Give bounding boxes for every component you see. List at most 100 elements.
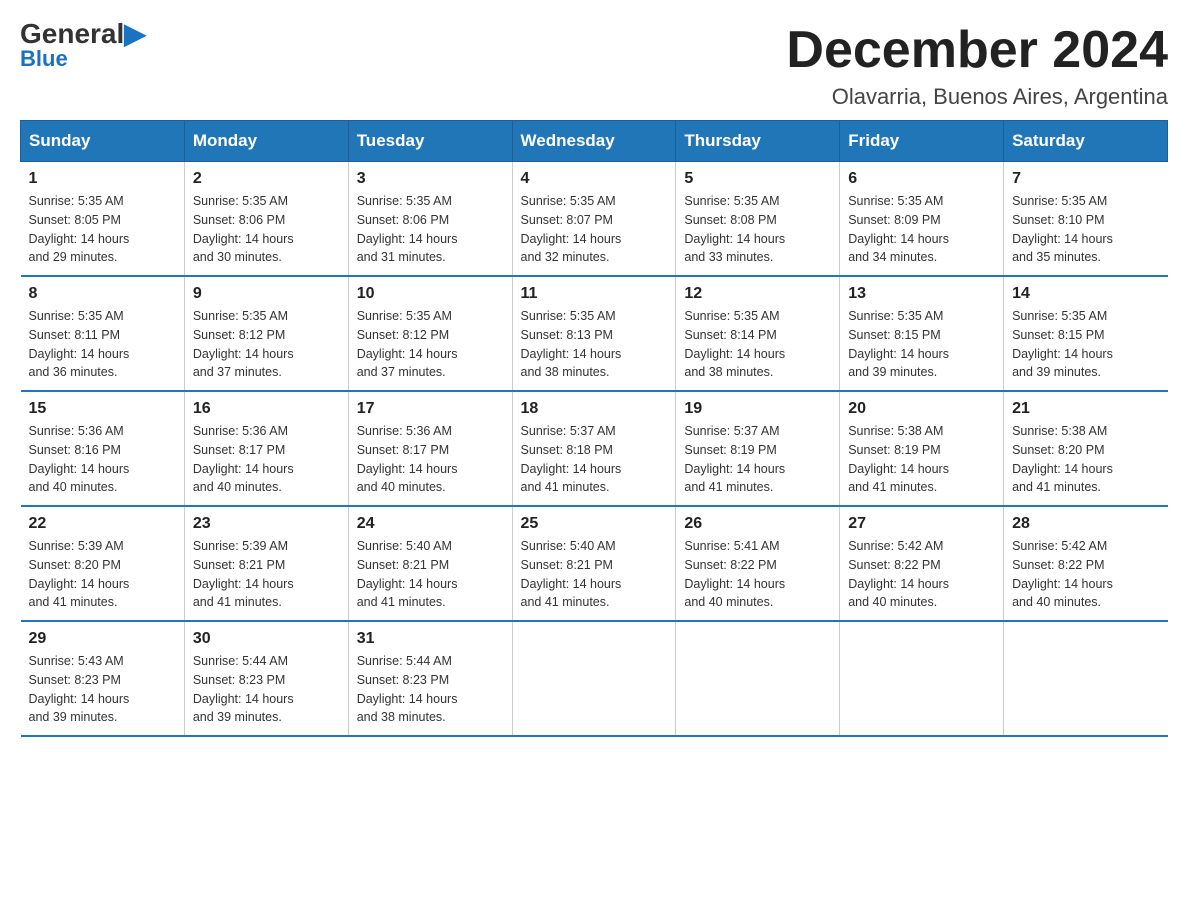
day-info: Sunrise: 5:35 AM Sunset: 8:09 PM Dayligh… <box>848 192 995 267</box>
day-info: Sunrise: 5:40 AM Sunset: 8:21 PM Dayligh… <box>521 537 668 612</box>
day-number: 19 <box>684 400 831 418</box>
day-info: Sunrise: 5:35 AM Sunset: 8:10 PM Dayligh… <box>1012 192 1159 267</box>
day-number: 8 <box>29 285 176 303</box>
calendar-cell: 17 Sunrise: 5:36 AM Sunset: 8:17 PM Dayl… <box>348 391 512 506</box>
calendar-cell: 23 Sunrise: 5:39 AM Sunset: 8:21 PM Dayl… <box>184 506 348 621</box>
calendar-cell: 6 Sunrise: 5:35 AM Sunset: 8:09 PM Dayli… <box>840 162 1004 277</box>
month-title: December 2024 <box>786 20 1168 80</box>
weekday-header-friday: Friday <box>840 121 1004 162</box>
day-number: 12 <box>684 285 831 303</box>
day-info: Sunrise: 5:41 AM Sunset: 8:22 PM Dayligh… <box>684 537 831 612</box>
calendar-cell: 1 Sunrise: 5:35 AM Sunset: 8:05 PM Dayli… <box>21 162 185 277</box>
day-info: Sunrise: 5:36 AM Sunset: 8:17 PM Dayligh… <box>193 422 340 497</box>
day-info: Sunrise: 5:37 AM Sunset: 8:18 PM Dayligh… <box>521 422 668 497</box>
day-info: Sunrise: 5:43 AM Sunset: 8:23 PM Dayligh… <box>29 652 176 727</box>
title-section: December 2024 Olavarria, Buenos Aires, A… <box>786 20 1168 110</box>
day-info: Sunrise: 5:35 AM Sunset: 8:05 PM Dayligh… <box>29 192 176 267</box>
day-info: Sunrise: 5:35 AM Sunset: 8:14 PM Dayligh… <box>684 307 831 382</box>
day-info: Sunrise: 5:38 AM Sunset: 8:20 PM Dayligh… <box>1012 422 1159 497</box>
calendar-week-1: 1 Sunrise: 5:35 AM Sunset: 8:05 PM Dayli… <box>21 162 1168 277</box>
day-info: Sunrise: 5:37 AM Sunset: 8:19 PM Dayligh… <box>684 422 831 497</box>
calendar-week-2: 8 Sunrise: 5:35 AM Sunset: 8:11 PM Dayli… <box>21 276 1168 391</box>
day-number: 29 <box>29 630 176 648</box>
weekday-header-sunday: Sunday <box>21 121 185 162</box>
day-number: 4 <box>521 170 668 188</box>
calendar-cell: 21 Sunrise: 5:38 AM Sunset: 8:20 PM Dayl… <box>1004 391 1168 506</box>
day-number: 31 <box>357 630 504 648</box>
day-number: 13 <box>848 285 995 303</box>
day-number: 9 <box>193 285 340 303</box>
calendar-cell: 14 Sunrise: 5:35 AM Sunset: 8:15 PM Dayl… <box>1004 276 1168 391</box>
calendar-cell: 31 Sunrise: 5:44 AM Sunset: 8:23 PM Dayl… <box>348 621 512 736</box>
day-info: Sunrise: 5:42 AM Sunset: 8:22 PM Dayligh… <box>1012 537 1159 612</box>
calendar-cell: 12 Sunrise: 5:35 AM Sunset: 8:14 PM Dayl… <box>676 276 840 391</box>
calendar-cell: 3 Sunrise: 5:35 AM Sunset: 8:06 PM Dayli… <box>348 162 512 277</box>
day-info: Sunrise: 5:36 AM Sunset: 8:16 PM Dayligh… <box>29 422 176 497</box>
day-number: 20 <box>848 400 995 418</box>
day-number: 7 <box>1012 170 1159 188</box>
calendar-week-4: 22 Sunrise: 5:39 AM Sunset: 8:20 PM Dayl… <box>21 506 1168 621</box>
day-info: Sunrise: 5:40 AM Sunset: 8:21 PM Dayligh… <box>357 537 504 612</box>
day-number: 15 <box>29 400 176 418</box>
day-info: Sunrise: 5:35 AM Sunset: 8:13 PM Dayligh… <box>521 307 668 382</box>
calendar-cell: 22 Sunrise: 5:39 AM Sunset: 8:20 PM Dayl… <box>21 506 185 621</box>
day-number: 25 <box>521 515 668 533</box>
calendar-cell: 4 Sunrise: 5:35 AM Sunset: 8:07 PM Dayli… <box>512 162 676 277</box>
day-number: 22 <box>29 515 176 533</box>
calendar-cell: 16 Sunrise: 5:36 AM Sunset: 8:17 PM Dayl… <box>184 391 348 506</box>
day-info: Sunrise: 5:35 AM Sunset: 8:15 PM Dayligh… <box>848 307 995 382</box>
day-info: Sunrise: 5:35 AM Sunset: 8:06 PM Dayligh… <box>193 192 340 267</box>
day-info: Sunrise: 5:35 AM Sunset: 8:06 PM Dayligh… <box>357 192 504 267</box>
day-info: Sunrise: 5:44 AM Sunset: 8:23 PM Dayligh… <box>193 652 340 727</box>
day-info: Sunrise: 5:44 AM Sunset: 8:23 PM Dayligh… <box>357 652 504 727</box>
day-number: 11 <box>521 285 668 303</box>
calendar-cell: 9 Sunrise: 5:35 AM Sunset: 8:12 PM Dayli… <box>184 276 348 391</box>
day-number: 1 <box>29 170 176 188</box>
day-number: 5 <box>684 170 831 188</box>
day-info: Sunrise: 5:39 AM Sunset: 8:20 PM Dayligh… <box>29 537 176 612</box>
weekday-header-monday: Monday <box>184 121 348 162</box>
day-info: Sunrise: 5:35 AM Sunset: 8:12 PM Dayligh… <box>193 307 340 382</box>
day-number: 18 <box>521 400 668 418</box>
calendar-cell: 13 Sunrise: 5:35 AM Sunset: 8:15 PM Dayl… <box>840 276 1004 391</box>
calendar-cell: 24 Sunrise: 5:40 AM Sunset: 8:21 PM Dayl… <box>348 506 512 621</box>
calendar-cell: 15 Sunrise: 5:36 AM Sunset: 8:16 PM Dayl… <box>21 391 185 506</box>
day-number: 14 <box>1012 285 1159 303</box>
calendar-cell <box>676 621 840 736</box>
day-number: 24 <box>357 515 504 533</box>
day-number: 17 <box>357 400 504 418</box>
day-number: 27 <box>848 515 995 533</box>
day-number: 30 <box>193 630 340 648</box>
calendar-cell <box>512 621 676 736</box>
day-number: 3 <box>357 170 504 188</box>
calendar-cell: 25 Sunrise: 5:40 AM Sunset: 8:21 PM Dayl… <box>512 506 676 621</box>
day-number: 16 <box>193 400 340 418</box>
logo-blue-text: Blue <box>20 46 68 72</box>
calendar-cell: 26 Sunrise: 5:41 AM Sunset: 8:22 PM Dayl… <box>676 506 840 621</box>
day-number: 6 <box>848 170 995 188</box>
calendar-cell: 11 Sunrise: 5:35 AM Sunset: 8:13 PM Dayl… <box>512 276 676 391</box>
calendar-cell: 20 Sunrise: 5:38 AM Sunset: 8:19 PM Dayl… <box>840 391 1004 506</box>
logo-general-text: General▶ <box>20 20 146 48</box>
calendar-cell: 29 Sunrise: 5:43 AM Sunset: 8:23 PM Dayl… <box>21 621 185 736</box>
calendar-week-3: 15 Sunrise: 5:36 AM Sunset: 8:16 PM Dayl… <box>21 391 1168 506</box>
day-info: Sunrise: 5:35 AM Sunset: 8:08 PM Dayligh… <box>684 192 831 267</box>
day-number: 21 <box>1012 400 1159 418</box>
logo-triangle-icon: ▶ <box>124 18 146 49</box>
day-number: 10 <box>357 285 504 303</box>
calendar-cell <box>1004 621 1168 736</box>
calendar-table: SundayMondayTuesdayWednesdayThursdayFrid… <box>20 120 1168 737</box>
calendar-cell: 5 Sunrise: 5:35 AM Sunset: 8:08 PM Dayli… <box>676 162 840 277</box>
day-number: 23 <box>193 515 340 533</box>
weekday-header-thursday: Thursday <box>676 121 840 162</box>
day-info: Sunrise: 5:36 AM Sunset: 8:17 PM Dayligh… <box>357 422 504 497</box>
day-number: 26 <box>684 515 831 533</box>
day-info: Sunrise: 5:35 AM Sunset: 8:12 PM Dayligh… <box>357 307 504 382</box>
location: Olavarria, Buenos Aires, Argentina <box>786 84 1168 110</box>
calendar-cell: 10 Sunrise: 5:35 AM Sunset: 8:12 PM Dayl… <box>348 276 512 391</box>
day-info: Sunrise: 5:35 AM Sunset: 8:15 PM Dayligh… <box>1012 307 1159 382</box>
day-info: Sunrise: 5:39 AM Sunset: 8:21 PM Dayligh… <box>193 537 340 612</box>
day-info: Sunrise: 5:35 AM Sunset: 8:07 PM Dayligh… <box>521 192 668 267</box>
day-info: Sunrise: 5:42 AM Sunset: 8:22 PM Dayligh… <box>848 537 995 612</box>
page-header: General▶ Blue December 2024 Olavarria, B… <box>20 20 1168 110</box>
